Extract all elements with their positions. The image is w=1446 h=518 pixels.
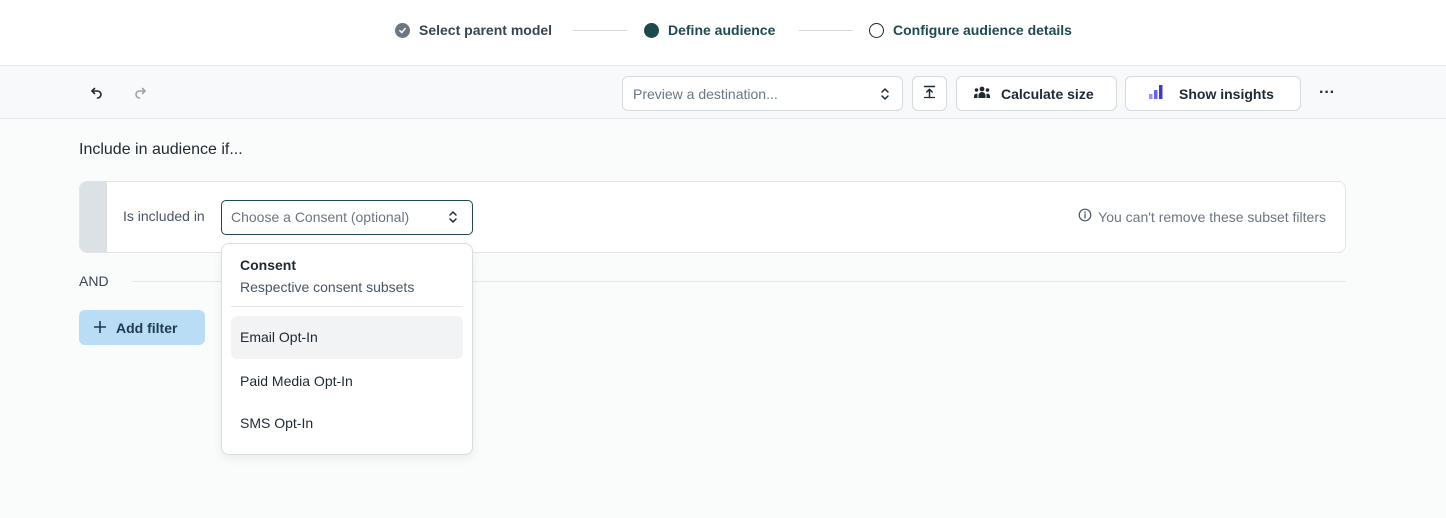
step-select-parent-model[interactable]: Select parent model: [395, 21, 552, 39]
consent-dropdown-menu: Consent Respective consent subsets Email…: [221, 243, 473, 455]
section-heading: Include in audience if...: [79, 141, 243, 158]
empty-circle-icon: [869, 22, 884, 38]
chevron-up-down-icon: [448, 209, 458, 228]
subset-filter-note-text: You can't remove these subset filters: [1098, 208, 1326, 225]
dropdown-option-paid-media-opt-in[interactable]: Paid Media Opt-In: [231, 360, 463, 403]
preview-destination-placeholder: Preview a destination...: [633, 86, 778, 102]
dropdown-option-sms-opt-in[interactable]: SMS Opt-In: [231, 402, 463, 445]
plus-icon: [93, 320, 107, 336]
show-insights-label: Show insights: [1179, 85, 1274, 102]
consent-select[interactable]: Choose a Consent (optional): [221, 200, 473, 235]
and-separator-label: AND: [79, 273, 109, 289]
toolbar: Preview a destination... Calculate size …: [0, 66, 1446, 119]
filter-condition-label: Is included in: [123, 208, 205, 224]
subset-filter-note: You can't remove these subset filters: [1078, 208, 1326, 225]
add-filter-button[interactable]: Add filter: [79, 310, 205, 345]
step-label: Define audience: [668, 22, 776, 38]
current-step-dot-icon: [644, 22, 659, 38]
more-options-glyph: ···: [1319, 84, 1335, 101]
step-configure-audience-details[interactable]: Configure audience details: [869, 21, 1072, 39]
chevron-up-down-icon: [880, 86, 890, 105]
preview-destination-select[interactable]: Preview a destination...: [622, 76, 903, 111]
consent-select-placeholder: Choose a Consent (optional): [231, 209, 410, 225]
filter-card-accent-bar: [80, 182, 107, 252]
step-connector: [799, 30, 853, 31]
redo-icon[interactable]: [131, 83, 151, 103]
calculate-size-button[interactable]: Calculate size: [956, 76, 1117, 111]
dropdown-option-email-opt-in[interactable]: Email Opt-In: [231, 316, 463, 359]
upload-button[interactable]: [912, 76, 947, 111]
upload-icon: [923, 85, 936, 102]
dropdown-divider: [231, 306, 463, 307]
step-label: Configure audience details: [893, 22, 1072, 38]
users-icon: [973, 85, 991, 103]
show-insights-button[interactable]: Show insights: [1125, 76, 1301, 111]
dropdown-group-subtitle: Respective consent subsets: [240, 279, 415, 295]
step-connector: [573, 30, 627, 31]
stepper-header: Select parent model Define audience Conf…: [0, 0, 1446, 66]
add-filter-label: Add filter: [116, 319, 178, 336]
dropdown-group-title: Consent: [240, 257, 296, 273]
step-define-audience[interactable]: Define audience: [644, 21, 775, 39]
info-icon: [1078, 208, 1092, 225]
check-circle-icon: [395, 22, 410, 38]
undo-icon[interactable]: [86, 83, 106, 103]
step-label: Select parent model: [419, 22, 553, 38]
more-options-icon[interactable]: ···: [1316, 82, 1338, 104]
calculate-size-label: Calculate size: [1001, 85, 1094, 102]
bar-chart-icon: [1148, 84, 1164, 103]
